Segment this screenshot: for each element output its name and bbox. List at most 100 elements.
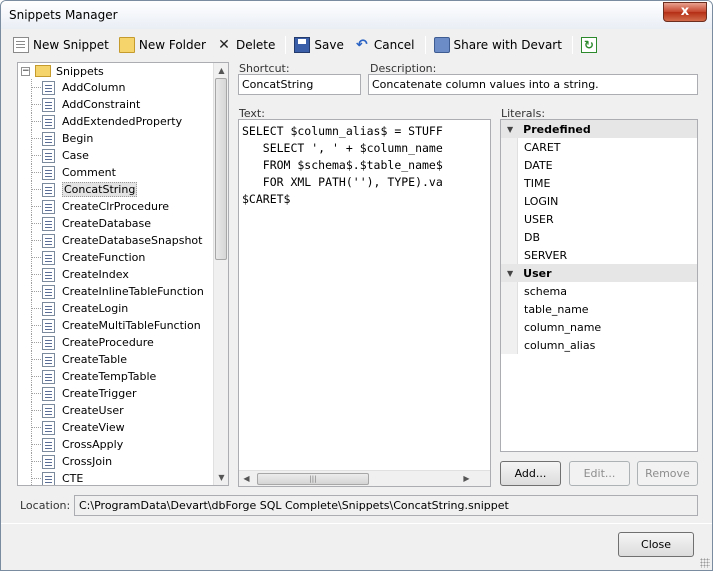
tree-line [32,87,41,88]
literal-row[interactable]: table_name [501,300,697,318]
share-icon [433,37,450,53]
tree-item[interactable]: AddColumn [18,79,214,96]
literal-row[interactable]: LOGIN [501,192,697,210]
new-snippet-button[interactable]: New Snippet [9,34,113,56]
literal-row[interactable]: DATE [501,156,697,174]
snippet-tree[interactable]: − Snippets AddColumn AddConstraint AddExte… [17,62,229,486]
snippet-file-icon [42,386,55,401]
delete-button[interactable]: ✕ Delete [212,34,279,56]
tree-item[interactable]: CreateUser [18,402,214,419]
tree-item[interactable]: CTE [18,470,214,485]
tree-line [32,342,41,343]
row-gutter [501,138,518,156]
tree-line [32,223,41,224]
close-button[interactable]: Close [618,532,694,557]
scroll-right-icon[interactable]: ▶ [459,471,474,486]
shortcut-input[interactable]: ConcatString [238,74,361,95]
tree-item[interactable]: CreateProcedure [18,334,214,351]
literal-row[interactable]: column_name [501,318,697,336]
collapse-arrow-icon[interactable]: ▼ [507,125,513,134]
scroll-thumb[interactable] [215,78,227,260]
tree-item[interactable]: CreateLogin [18,300,214,317]
snippet-file-icon [42,182,55,197]
toolbar-separator [285,36,287,54]
undo-icon: ↶ [355,37,368,53]
add-literal-button[interactable]: Add... [500,461,561,486]
tree-vertical-scrollbar[interactable]: ▲ ▼ [213,63,228,485]
row-gutter [501,228,518,246]
share-button[interactable]: Share with Devart [430,34,566,56]
tree-item[interactable]: CreateInlineTableFunction [18,283,214,300]
tree-line [32,206,41,207]
tree-item[interactable]: Case [18,147,214,164]
literal-row[interactable]: USER [501,210,697,228]
tree-item[interactable]: CreateIndex [18,266,214,283]
tree-item[interactable]: AddConstraint [18,96,214,113]
scroll-left-icon[interactable]: ◀ [239,471,254,486]
remove-literal-button[interactable]: Remove [637,461,698,486]
tree-line [32,189,41,190]
literal-row[interactable]: SERVER [501,246,697,264]
tree-line [32,138,41,139]
edit-literal-button[interactable]: Edit... [569,461,630,486]
literal-row[interactable]: TIME [501,174,697,192]
tree-item-label: Begin [62,132,94,145]
scroll-thumb[interactable]: ||| [257,473,369,485]
tree-line [32,376,41,377]
tree-item[interactable]: CrossJoin [18,453,214,470]
tree-item[interactable]: CreateFunction [18,249,214,266]
toolbar-separator [571,36,573,54]
tree-item[interactable]: AddExtendedProperty [18,113,214,130]
literal-row[interactable]: column_alias [501,336,697,354]
tree-item[interactable]: Begin [18,130,214,147]
tree-item[interactable]: CreateMultiTableFunction [18,317,214,334]
window-close-button[interactable]: x [663,2,707,22]
title-bar: Snippets Manager x [1,1,712,29]
scroll-down-icon[interactable]: ▼ [214,470,228,485]
tree-item[interactable]: CreateTrigger [18,385,214,402]
snippet-file-icon [42,403,55,418]
delete-label: Delete [235,38,276,52]
scroll-up-icon[interactable]: ▲ [214,63,228,78]
new-snippet-label: New Snippet [33,38,109,52]
resize-grip[interactable] [700,558,710,568]
snippet-file-icon [42,420,55,435]
literal-group-header[interactable]: ▼ User [501,264,697,282]
tree-item[interactable]: ConcatString [18,181,214,198]
tree-item[interactable]: CreateDatabaseSnapshot [18,232,214,249]
new-folder-button[interactable]: New Folder [115,34,210,56]
editor-horizontal-scrollbar[interactable]: ◀ ||| ▶ [239,470,490,486]
snippet-text-editor[interactable]: SELECT $column_alias$ = STUFF SELECT ', … [238,119,491,487]
description-input[interactable]: Concatenate column values into a string. [368,74,698,95]
save-button[interactable]: Save [290,34,347,56]
tree-item[interactable]: CreateView [18,419,214,436]
snippet-file-icon [42,250,55,265]
snippet-file-icon [42,148,55,163]
literal-row[interactable]: CARET [501,138,697,156]
tree-item[interactable]: CreateTempTable [18,368,214,385]
tree-item-label: CreateDatabase [62,217,152,230]
row-gutter [501,174,518,192]
tree-root-snippets[interactable]: − Snippets [21,63,104,79]
snippet-file-icon [42,454,55,469]
cancel-button[interactable]: ↶ Cancel [350,34,419,56]
literal-row[interactable]: schema [501,282,697,300]
tree-item-label: Case [62,149,89,162]
snippet-file-icon [42,165,55,180]
literals-grid[interactable]: ▼ Predefined CARET DATE TIME LOGIN USER DB SERVE… [500,119,698,452]
literal-row[interactable]: DB [501,228,697,246]
tree-items: AddColumn AddConstraint AddExtendedPropert… [18,79,214,485]
tree-item[interactable]: Comment [18,164,214,181]
snippet-code[interactable]: SELECT $column_alias$ = STUFF SELECT ', … [242,123,443,208]
tree-item[interactable]: CrossApply [18,436,214,453]
collapse-icon[interactable]: − [21,66,30,76]
literal-group-header[interactable]: ▼ Predefined [501,120,697,138]
tree-item[interactable]: CreateClrProcedure [18,198,214,215]
tree-item[interactable]: CreateDatabase [18,215,214,232]
snippet-file-icon [42,284,55,299]
location-field: C:\ProgramData\Devart\dbForge SQL Comple… [74,495,698,516]
collapse-arrow-icon[interactable]: ▼ [507,269,513,278]
literal-name: TIME [524,176,551,190]
refresh-button[interactable]: ↻ [577,34,605,56]
tree-item[interactable]: CreateTable [18,351,214,368]
